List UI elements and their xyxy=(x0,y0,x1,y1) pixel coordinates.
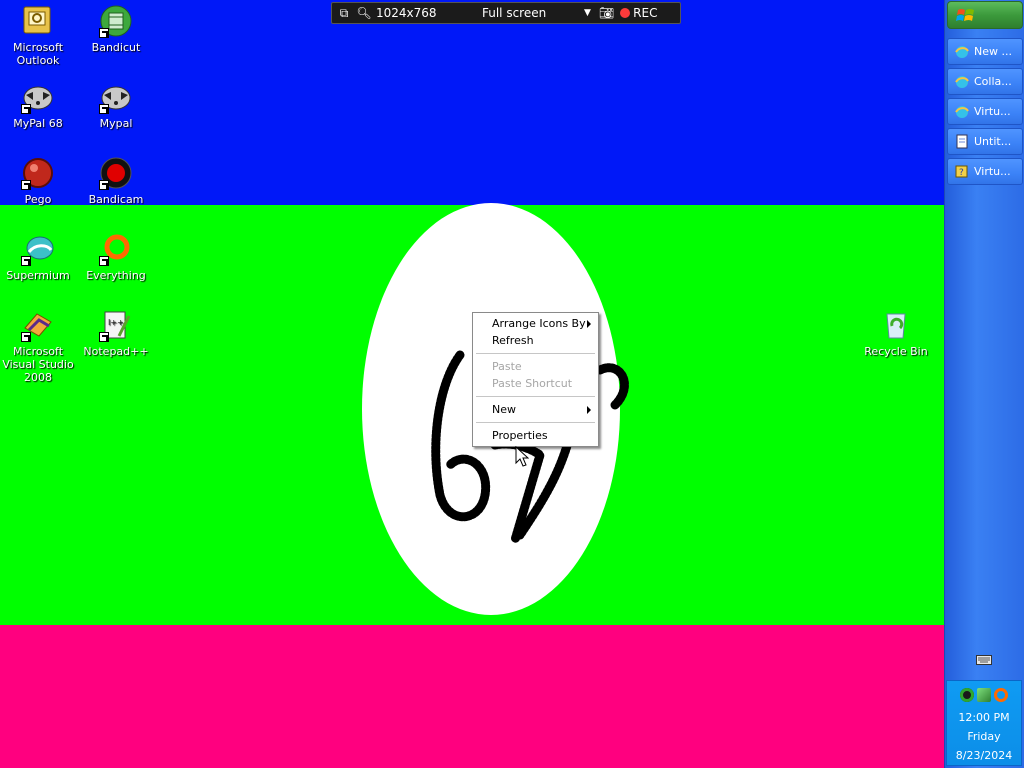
shortcut-arrow-icon xyxy=(21,256,31,266)
svg-text:?: ? xyxy=(959,168,964,178)
window-mode-icon[interactable]: ⧉ xyxy=(336,6,352,21)
system-tray: 12:00 PM Friday 8/23/2024 xyxy=(946,680,1022,766)
taskbar-button-label: Virtu... xyxy=(974,165,1011,178)
shortcut-arrow-icon xyxy=(21,332,31,342)
icon-label: Everything xyxy=(86,269,146,282)
rec-label: REC xyxy=(633,6,658,20)
taskbar-button-untit[interactable]: Untit... xyxy=(947,128,1023,155)
menu-separator xyxy=(476,422,595,423)
keyboard-icon[interactable] xyxy=(976,654,992,666)
shortcut-arrow-icon xyxy=(99,180,109,190)
desktop-icon-bandicut[interactable]: Bandicut xyxy=(76,4,156,54)
menu-item-label: Paste xyxy=(492,360,522,373)
taskbar-button-label: Virtu... xyxy=(974,105,1011,118)
icon-label: Mypal xyxy=(99,117,133,130)
desktop-icon-everything[interactable]: Everything xyxy=(76,232,156,282)
menu-item-label: Refresh xyxy=(492,334,534,347)
menu-item-paste-shortcut: Paste Shortcut xyxy=(475,375,596,392)
icon-label: Microsoft Visual Studio 2008 xyxy=(2,345,74,384)
icon-label: MyPal 68 xyxy=(13,117,63,130)
taskbar-button-colla[interactable]: Colla... xyxy=(947,68,1023,95)
ie-icon xyxy=(955,106,969,118)
taskbar-button-new[interactable]: New ... xyxy=(947,38,1023,65)
menu-item-refresh[interactable]: Refresh xyxy=(475,332,596,349)
submenu-arrow-icon xyxy=(587,406,591,414)
desktop-icon-pego[interactable]: Pego xyxy=(0,156,78,206)
taskbar-button-label: Colla... xyxy=(974,75,1012,88)
capture-mode-label[interactable]: Full screen xyxy=(482,6,572,20)
svg-text:I++: I++ xyxy=(108,318,124,327)
icon-label: Pego xyxy=(24,193,52,206)
desktop-icon-outlook[interactable]: Microsoft Outlook xyxy=(0,4,78,67)
menu-item-arrange-icons-by[interactable]: Arrange Icons By xyxy=(475,315,596,332)
ie-icon xyxy=(955,76,969,88)
submenu-arrow-icon xyxy=(587,320,591,328)
desktop-icon-recycle-bin[interactable]: Recycle Bin xyxy=(856,308,936,358)
bandicam-tray-icon[interactable] xyxy=(960,688,974,702)
icon-label: Supermium xyxy=(6,269,70,282)
desktop-icon-bandicam[interactable]: Bandicam xyxy=(76,156,156,206)
clock-time[interactable]: 12:00 PM xyxy=(947,708,1021,727)
camera-icon[interactable]: 📷︎ xyxy=(599,6,614,20)
shortcut-arrow-icon xyxy=(21,104,31,114)
rec-button[interactable]: REC xyxy=(620,6,657,20)
record-dot-icon xyxy=(620,8,631,18)
outlook-icon xyxy=(23,6,51,34)
menu-item-label: Properties xyxy=(492,429,548,442)
menu-item-label: Paste Shortcut xyxy=(492,377,573,390)
desktop-icon-supermium[interactable]: Supermium xyxy=(0,232,78,282)
recycle-bin-icon xyxy=(886,313,906,339)
desktop-icon-mypal[interactable]: Mypal xyxy=(76,80,156,130)
icon-label: Bandicut xyxy=(91,41,141,54)
shortcut-arrow-icon xyxy=(21,180,31,190)
icon-label: Recycle Bin xyxy=(864,345,928,358)
windows-logo-icon xyxy=(956,9,974,21)
search-tray-icon[interactable] xyxy=(994,688,1008,702)
wallpaper-pink-band xyxy=(0,625,944,768)
mouse-cursor-icon xyxy=(515,446,529,467)
desktop-icon-visual-studio[interactable]: Microsoft Visual Studio 2008 xyxy=(0,308,78,384)
desktop-context-menu: Arrange Icons By Refresh Paste Paste Sho… xyxy=(472,312,599,447)
desktop-icon-mypal68[interactable]: MyPal 68 xyxy=(0,80,78,130)
shortcut-arrow-icon xyxy=(99,256,109,266)
chevron-down-icon[interactable]: ▼ xyxy=(584,8,591,18)
menu-separator xyxy=(476,353,595,354)
taskbar-button-virtu-help[interactable]: ? Virtu... xyxy=(947,158,1023,185)
menu-item-new[interactable]: New xyxy=(475,401,596,418)
clock-date: 8/23/2024 xyxy=(955,749,1013,762)
desktop-icon-notepadpp[interactable]: I++ Notepad++ xyxy=(76,308,156,358)
clock-day: Friday xyxy=(967,730,1001,743)
shortcut-arrow-icon xyxy=(99,104,109,114)
shortcut-arrow-icon xyxy=(99,332,109,342)
resolution-label: 1024x768 xyxy=(376,6,437,20)
menu-item-properties[interactable]: Properties xyxy=(475,427,596,444)
shortcut-arrow-icon xyxy=(99,28,109,38)
notepad-icon xyxy=(956,134,968,149)
taskbar: New ... Colla... Virtu... Untit... ? Vir… xyxy=(944,0,1024,768)
menu-item-paste: Paste xyxy=(475,358,596,375)
taskbar-button-label: Untit... xyxy=(974,135,1012,148)
menu-item-label: New xyxy=(492,403,516,416)
ie-icon xyxy=(955,46,969,58)
start-button[interactable] xyxy=(947,1,1023,29)
network-tray-icon[interactable] xyxy=(977,688,991,702)
icon-label: Microsoft Outlook xyxy=(12,41,64,67)
help-icon: ? xyxy=(955,165,968,178)
taskbar-button-virtu[interactable]: Virtu... xyxy=(947,98,1023,125)
recording-toolbar: ⧉ 🔍︎ 1024x768 Full screen ▼ 📷︎ REC xyxy=(331,2,681,24)
icon-label: Notepad++ xyxy=(83,345,149,358)
menu-item-label: Arrange Icons By xyxy=(492,317,586,330)
search-icon[interactable]: 🔍︎ xyxy=(356,6,372,20)
icon-label: Bandicam xyxy=(88,193,144,206)
menu-separator xyxy=(476,396,595,397)
taskbar-button-label: New ... xyxy=(974,45,1012,58)
